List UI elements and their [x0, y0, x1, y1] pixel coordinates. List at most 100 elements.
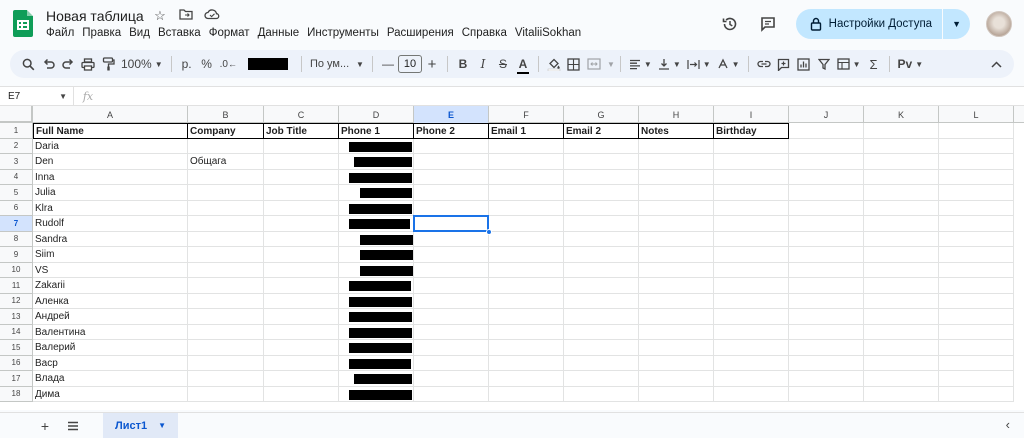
cell-c8[interactable]	[264, 231, 339, 247]
chevron-left-icon[interactable]: ‹	[1006, 417, 1010, 432]
cell-c16[interactable]	[264, 355, 339, 371]
cell-b18[interactable]	[188, 386, 264, 402]
cell-g4[interactable]	[564, 169, 639, 185]
increase-font-size-icon[interactable]: +	[422, 53, 442, 75]
cell-j5[interactable]	[789, 185, 864, 201]
cell-f8[interactable]	[489, 231, 564, 247]
document-title[interactable]: Новая таблица	[46, 8, 144, 24]
cell-c1[interactable]: Job Title	[264, 123, 339, 139]
merge-cells-icon[interactable]	[584, 53, 604, 75]
cell-a9[interactable]: Siim	[33, 247, 188, 263]
cell-a13[interactable]: Андрей	[33, 309, 188, 325]
cell-c9[interactable]	[264, 247, 339, 263]
cell-c18[interactable]	[264, 386, 339, 402]
cell-b16[interactable]	[188, 355, 264, 371]
cell-c13[interactable]	[264, 309, 339, 325]
cell-b5[interactable]	[188, 185, 264, 201]
cell-h6[interactable]	[639, 200, 714, 216]
cell-i15[interactable]	[714, 340, 789, 356]
cell-e18[interactable]	[414, 386, 489, 402]
cell-c7[interactable]	[264, 216, 339, 232]
strikethrough-icon[interactable]: S	[493, 53, 513, 75]
row-header[interactable]: 2	[0, 138, 33, 154]
column-header-g[interactable]: G	[564, 106, 639, 123]
row-header[interactable]: 14	[0, 324, 33, 340]
cell-l2[interactable]	[939, 138, 1014, 154]
row-header[interactable]: 11	[0, 278, 33, 294]
cell-i18[interactable]	[714, 386, 789, 402]
cell-k3[interactable]	[864, 154, 939, 170]
menu-data[interactable]: Данные	[258, 27, 304, 39]
cell-j11[interactable]	[789, 278, 864, 294]
share-button[interactable]: Настройки Доступа ▼	[795, 9, 970, 39]
row-header[interactable]: 9	[0, 247, 33, 263]
cell-j3[interactable]	[789, 154, 864, 170]
sheet-grid[interactable]: ABCDEFGHIJKL 1 Full Name Company Job Title P…	[0, 106, 1024, 410]
row-header[interactable]: 10	[0, 262, 33, 278]
cell-f5[interactable]	[489, 185, 564, 201]
cell-g13[interactable]	[564, 309, 639, 325]
share-dropdown-icon[interactable]: ▼	[942, 9, 970, 39]
fill-color-icon[interactable]	[544, 53, 564, 75]
cell-g2[interactable]	[564, 138, 639, 154]
undo-icon[interactable]	[38, 53, 58, 75]
cell-d13[interactable]	[339, 309, 414, 325]
cell-j15[interactable]	[789, 340, 864, 356]
cell-l9[interactable]	[939, 247, 1014, 263]
filter-icon[interactable]	[814, 53, 834, 75]
cell-c4[interactable]	[264, 169, 339, 185]
cell-i12[interactable]	[714, 293, 789, 309]
cell-d1[interactable]: Phone 1	[339, 123, 414, 139]
cell-j18[interactable]	[789, 386, 864, 402]
cell-b8[interactable]	[188, 231, 264, 247]
decrease-decimal-button[interactable]: .0 ←	[217, 53, 240, 75]
column-header-i[interactable]: I	[714, 106, 789, 123]
font-family-select[interactable]: По ум... ▼	[307, 53, 367, 75]
cell-h7[interactable]	[639, 216, 714, 232]
column-header-d[interactable]: D	[339, 106, 414, 123]
add-sheet-icon[interactable]: +	[33, 414, 57, 438]
percent-format-button[interactable]: %	[197, 53, 217, 75]
cell-i8[interactable]	[714, 231, 789, 247]
cell-k6[interactable]	[864, 200, 939, 216]
cell-d4[interactable]	[339, 169, 414, 185]
column-header-f[interactable]: F	[489, 106, 564, 123]
cell-f4[interactable]	[489, 169, 564, 185]
cell-g6[interactable]	[564, 200, 639, 216]
cloud-status-icon[interactable]	[204, 8, 220, 24]
formula-input[interactable]	[102, 87, 1024, 105]
italic-icon[interactable]: I	[473, 53, 493, 75]
cell-g15[interactable]	[564, 340, 639, 356]
cell-g5[interactable]	[564, 185, 639, 201]
cell-c5[interactable]	[264, 185, 339, 201]
cell-i2[interactable]	[714, 138, 789, 154]
menu-insert[interactable]: Вставка	[158, 27, 205, 39]
cell-e14[interactable]	[414, 324, 489, 340]
cell-a5[interactable]: Julia	[33, 185, 188, 201]
collapse-toolbar-icon[interactable]	[986, 53, 1006, 75]
cell-c17[interactable]	[264, 371, 339, 387]
column-header-e[interactable]: E	[414, 106, 489, 123]
cell-c12[interactable]	[264, 293, 339, 309]
cell-l13[interactable]	[939, 309, 1014, 325]
row-header[interactable]: 6	[0, 200, 33, 216]
all-sheets-icon[interactable]	[61, 414, 85, 438]
cell-a1[interactable]: Full Name	[33, 123, 188, 139]
cell-j13[interactable]	[789, 309, 864, 325]
cell-b2[interactable]	[188, 138, 264, 154]
cell-k12[interactable]	[864, 293, 939, 309]
cell-g16[interactable]	[564, 355, 639, 371]
cell-b11[interactable]	[188, 278, 264, 294]
cell-a4[interactable]: Inna	[33, 169, 188, 185]
cell-e5[interactable]	[414, 185, 489, 201]
cell-i6[interactable]	[714, 200, 789, 216]
select-all-corner[interactable]	[0, 106, 33, 123]
cell-h14[interactable]	[639, 324, 714, 340]
cell-e17[interactable]	[414, 371, 489, 387]
cell-h4[interactable]	[639, 169, 714, 185]
cell-j10[interactable]	[789, 262, 864, 278]
move-folder-icon[interactable]	[178, 8, 194, 24]
cell-d15[interactable]	[339, 340, 414, 356]
paint-format-icon[interactable]	[98, 53, 118, 75]
cell-h5[interactable]	[639, 185, 714, 201]
